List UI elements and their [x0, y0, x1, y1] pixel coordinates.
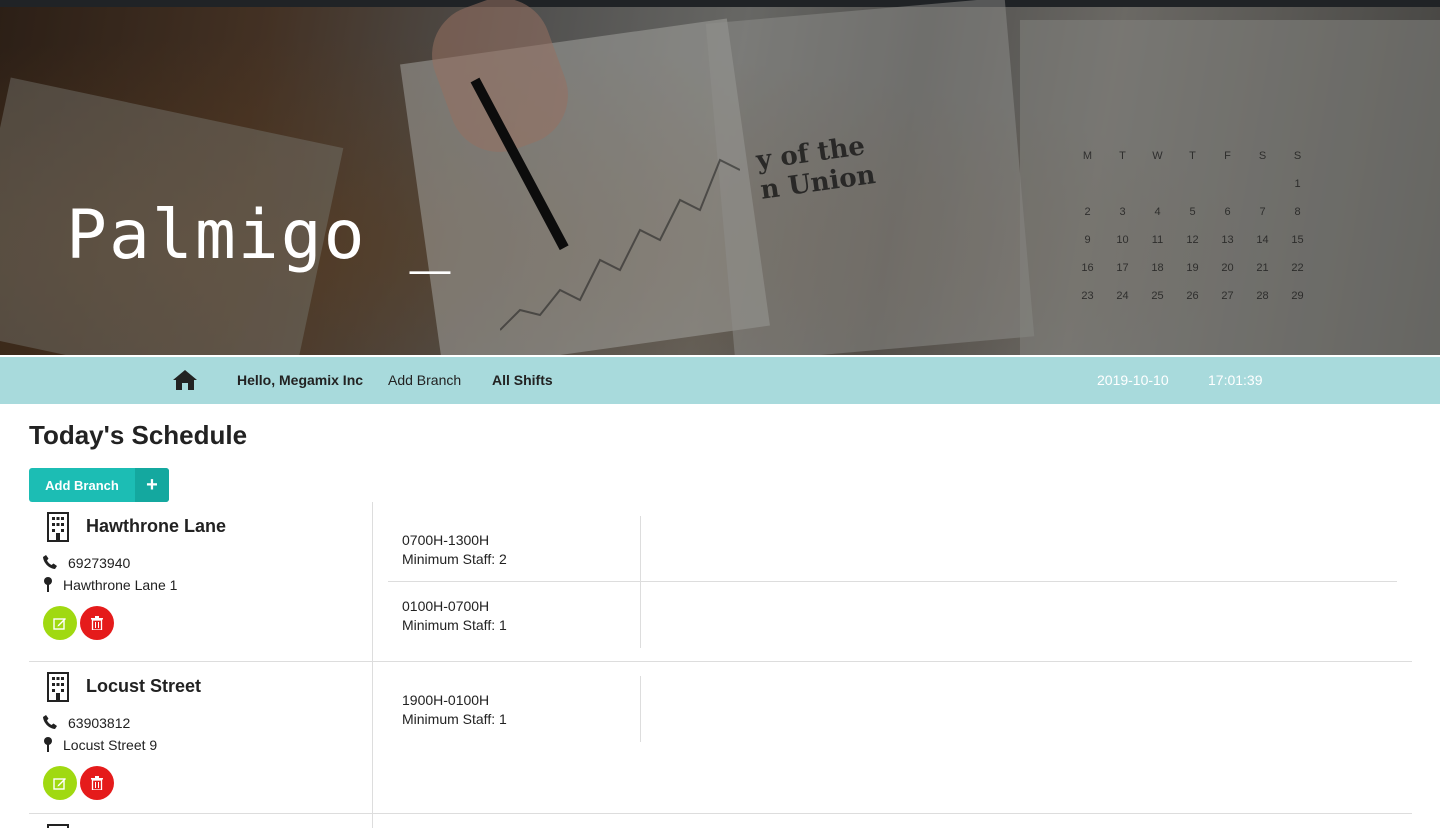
- shift-time: 0100H-0700H: [402, 598, 490, 614]
- map-pin-icon: [44, 737, 52, 752]
- building-icon: [47, 672, 69, 702]
- shift-time: 0700H-1300H: [402, 532, 490, 548]
- edit-branch-button[interactable]: [43, 766, 77, 800]
- nav-time: 17:01:39: [1208, 372, 1263, 388]
- add-branch-button[interactable]: Add Branch +: [29, 468, 169, 502]
- shift-cell[interactable]: 0700H-1300H Minimum Staff: 2: [388, 516, 641, 582]
- shift-row: 1900H-0100H Minimum Staff: 1: [388, 676, 1397, 742]
- branch-name: Hawthrone Lane: [86, 516, 227, 536]
- shift-row: 0100H-0700H Minimum Staff: 1: [388, 582, 1397, 648]
- nav-all-shifts[interactable]: All Shifts: [492, 372, 553, 388]
- branch-row: [29, 814, 1412, 828]
- branch-row: Locust Street 63903812 Locust Street 9 1…: [29, 662, 1412, 814]
- shift-time: 1900H-0100H: [402, 692, 490, 708]
- shift-min-staff: Minimum Staff: 2: [402, 551, 507, 567]
- branch-info: Hawthrone Lane 69273940 Hawthrone Lane 1: [29, 502, 373, 661]
- shift-cell[interactable]: 1900H-0100H Minimum Staff: 1: [388, 676, 641, 742]
- branch-phone: 69273940: [68, 555, 131, 571]
- branch-table: Hawthrone Lane 69273940 Hawthrone Lane 1: [29, 502, 1412, 828]
- shift-row: 0700H-1300H Minimum Staff: 2: [388, 516, 1397, 582]
- branch-address: Locust Street 9: [63, 737, 158, 753]
- branch-row: Hawthrone Lane 69273940 Hawthrone Lane 1: [29, 502, 1412, 662]
- edit-icon: [53, 778, 66, 790]
- trash-icon: [91, 616, 103, 630]
- delete-branch-button[interactable]: [80, 766, 114, 800]
- hero-banner: y of the n Union MTWTFSS 1 2345678 9 10 11 1…: [0, 0, 1440, 355]
- edit-icon: [53, 618, 66, 630]
- branch-info: [29, 814, 373, 828]
- map-pin-icon: [44, 577, 52, 592]
- shift-min-staff: Minimum Staff: 1: [402, 711, 507, 727]
- plus-icon: +: [135, 468, 169, 502]
- phone-icon: [43, 555, 57, 569]
- page-title: Today's Schedule: [29, 420, 248, 450]
- shift-min-staff: Minimum Staff: 1: [402, 617, 507, 633]
- building-icon: [47, 512, 69, 542]
- navbar: Hello, Megamix Inc Add Branch All Shifts…: [0, 357, 1440, 404]
- building-icon: [47, 824, 69, 828]
- hero-overlay: [0, 0, 1440, 355]
- branch-phone: 63903812: [68, 715, 131, 731]
- nav-date: 2019-10-10: [1097, 372, 1169, 388]
- edit-branch-button[interactable]: [43, 606, 77, 640]
- nav-greeting[interactable]: Hello, Megamix Inc: [237, 372, 363, 388]
- nav-add-branch[interactable]: Add Branch: [388, 372, 461, 388]
- delete-branch-button[interactable]: [80, 606, 114, 640]
- branch-name: Locust Street: [86, 676, 202, 696]
- trash-icon: [91, 776, 103, 790]
- shift-cell[interactable]: 0100H-0700H Minimum Staff: 1: [388, 582, 641, 648]
- add-branch-button-label: Add Branch: [45, 477, 119, 493]
- home-icon[interactable]: [172, 369, 198, 391]
- branch-address: Hawthrone Lane 1: [63, 577, 178, 593]
- branch-info: Locust Street 63903812 Locust Street 9: [29, 662, 373, 813]
- brand-title: Palmigo _: [66, 196, 453, 275]
- phone-icon: [43, 715, 57, 729]
